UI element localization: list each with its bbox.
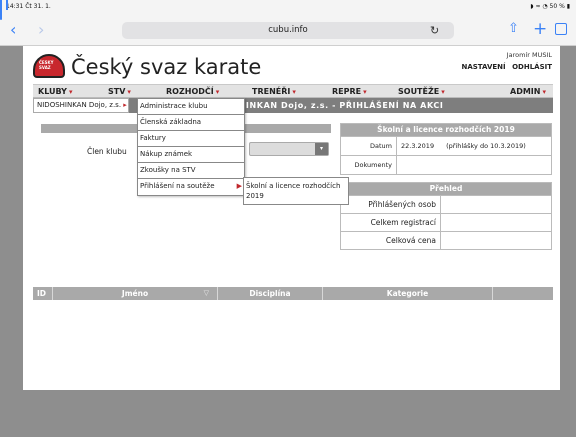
chevron-down-icon: ▾ — [441, 88, 445, 96]
dropdown-item-stamps[interactable]: Nákup známek — [138, 147, 244, 163]
user-links: NASTAVENÍ ODHLÁSIT — [457, 63, 552, 71]
col-discipline[interactable]: Disciplína — [218, 287, 323, 300]
share-icon[interactable]: ⇧ — [508, 21, 519, 36]
col-name[interactable]: Jméno ▽ — [53, 287, 218, 300]
chevron-down-icon: ▾ — [363, 88, 367, 96]
overview-row: Celková cena — [341, 231, 551, 249]
info-row-docs: Dokumenty — [341, 155, 551, 174]
event-date: 22.3.2019 — [401, 142, 435, 150]
tabs-icon[interactable] — [555, 23, 567, 35]
settings-link[interactable]: NASTAVENÍ — [461, 63, 505, 71]
competitions-submenu-item[interactable]: Školní a licence rozhodčích 2019 — [243, 177, 349, 205]
chevron-down-icon: ▾ — [215, 88, 220, 96]
sort-icon[interactable]: ▽ — [204, 287, 209, 300]
dropdown-item-invoices[interactable]: Faktury — [138, 131, 244, 147]
kluby-dropdown: Administrace klubu Členská základna Fakt… — [137, 98, 245, 196]
deadline-note: (přihlášky do 10.3.2019) — [446, 142, 526, 150]
user-name: Jaromír MUSIL — [506, 51, 552, 59]
status-time: 14:31 Čt 31. 1. — [6, 3, 51, 10]
chevron-down-icon: ▾ — [68, 88, 73, 96]
chevron-right-icon: ▶ — [236, 182, 242, 190]
forward-icon[interactable]: › — [38, 22, 44, 38]
overview-row: Celkem registrací — [341, 213, 551, 231]
member-label: Člen klubu — [87, 147, 127, 156]
chevron-down-icon: ▾ — [292, 88, 296, 96]
logout-link[interactable]: ODHLÁSIT — [512, 63, 552, 71]
web-page: ČESKÝ SVAZ Český svaz karate Jaromír MUS… — [23, 46, 560, 437]
menu-treneri[interactable]: TRENÉŘI ▾ — [247, 85, 327, 98]
chevron-down-icon: ▾ — [127, 88, 131, 96]
dropdown-item-exams[interactable]: Zkoušky na STV — [138, 163, 244, 179]
menu-rozhodci[interactable]: ROZHODČÍ ▾ — [161, 85, 247, 98]
site-header: ČESKÝ SVAZ Český svaz karate Jaromír MUS… — [23, 46, 560, 80]
chevron-down-icon[interactable]: ▾ — [315, 143, 328, 155]
event-title: Školní a licence rozhodčích 2019 — [341, 124, 551, 136]
dropdown-item-members[interactable]: Členská základna — [138, 115, 244, 131]
breadcrumb: NIDOSHINKAN Dojo, z.s. ▸ DSHINKAN Dojo, … — [33, 98, 553, 113]
dropdown-item-competitions[interactable]: Přihlášení na soutěže ▶ — [138, 179, 244, 195]
bookmarks-icon[interactable] — [0, 0, 2, 20]
col-category[interactable]: Kategorie — [323, 287, 493, 300]
dropdown-item-admin[interactable]: Administrace klubu — [138, 99, 244, 115]
info-row-date: Datum 22.3.2019 (přihlášky do 10.3.2019) — [341, 136, 551, 155]
registrations-table-header: ID Jméno ▽ Disciplína Kategorie — [33, 287, 553, 300]
overview-box: Přehled Přihlášených osob Celkem registr… — [340, 182, 552, 250]
menu-admin[interactable]: ADMIN ▾ — [483, 85, 551, 98]
event-info-box: Školní a licence rozhodčích 2019 Datum 2… — [340, 123, 552, 175]
new-tab-icon[interactable]: + — [533, 19, 547, 39]
col-actions — [493, 287, 553, 300]
site-title: Český svaz karate — [71, 55, 262, 79]
main-menu: KLUBY ▾ STV ▾ ROZHODČÍ ▾ TRENÉŘI ▾ REPRE ▾ SO… — [33, 84, 553, 98]
address-bar[interactable]: cubu.info — [122, 22, 454, 39]
breadcrumb-club[interactable]: NIDOSHINKAN Dojo, z.s. ▸ — [33, 98, 129, 113]
menu-repre[interactable]: REPRE ▾ — [327, 85, 393, 98]
menu-kluby[interactable]: KLUBY ▾ — [33, 85, 103, 98]
ios-toolbar: 14:31 Čt 31. 1. ◗ ≈ ◔ 50 % ▮ ‹ › cubu.in… — [0, 0, 576, 46]
status-battery: ◗ ≈ ◔ 50 % ▮ — [530, 3, 570, 10]
site-logo[interactable]: ČESKÝ SVAZ — [33, 54, 65, 78]
overview-row: Přihlášených osob — [341, 195, 551, 213]
menu-souteze[interactable]: SOUTĚŽE ▾ — [393, 85, 483, 98]
overview-title: Přehled — [341, 183, 551, 195]
reload-icon[interactable]: ↻ — [430, 22, 439, 39]
page-background — [23, 390, 560, 437]
menu-stv[interactable]: STV ▾ — [103, 85, 161, 98]
col-id[interactable]: ID — [33, 287, 53, 300]
member-select[interactable]: ▾ — [249, 142, 329, 156]
chevron-down-icon: ▾ — [542, 88, 546, 96]
back-icon[interactable]: ‹ — [10, 22, 16, 38]
